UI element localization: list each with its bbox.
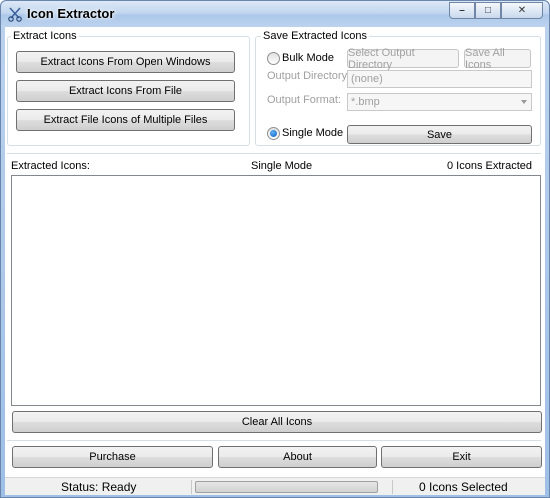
output-format-label: Output Format:	[267, 94, 341, 106]
extracted-icons-label: Extracted Icons:	[11, 160, 90, 172]
close-icon[interactable]: ✕	[501, 2, 543, 19]
status-divider	[392, 480, 393, 494]
window-title: Icon Extractor	[27, 6, 115, 21]
clear-all-icons-button[interactable]: Clear All Icons	[12, 411, 542, 433]
output-directory-field[interactable]: (none)	[347, 70, 532, 88]
extract-from-file-button[interactable]: Extract Icons From File	[16, 80, 235, 102]
mode-indicator: Single Mode	[251, 160, 313, 172]
maximize-icon[interactable]: □	[475, 2, 501, 19]
app-window: Icon Extractor – □ ✕ Extract Icons Extra…	[0, 0, 550, 498]
single-mode-radio[interactable]	[267, 127, 280, 140]
status-divider	[191, 480, 192, 494]
icons-extracted-count: 0 Icons Extracted	[447, 160, 532, 172]
output-format-select[interactable]: *.bmp	[347, 93, 532, 111]
status-bar: Status: Ready 0 Icons Selected	[5, 477, 545, 495]
minimize-icon[interactable]: –	[449, 2, 475, 19]
save-button[interactable]: Save	[347, 125, 532, 144]
output-directory-label: Output Directory:	[267, 70, 351, 82]
output-format-value: *.bmp	[351, 96, 380, 108]
extracted-icons-list[interactable]	[11, 175, 541, 406]
caption-buttons: – □ ✕	[449, 2, 543, 19]
purchase-button[interactable]: Purchase	[12, 446, 213, 468]
single-mode-label[interactable]: Single Mode	[282, 127, 343, 139]
bulk-mode-radio[interactable]	[267, 52, 280, 65]
select-output-directory-button[interactable]: Select Output Directory	[347, 47, 459, 71]
scissors-icon	[8, 7, 22, 22]
divider	[7, 440, 541, 441]
bulk-mode-label[interactable]: Bulk Mode	[282, 52, 334, 64]
status-text: Status: Ready	[61, 480, 137, 494]
extract-multiple-files-button[interactable]: Extract File Icons of Multiple Files	[16, 109, 235, 131]
extract-from-open-windows-button[interactable]: Extract Icons From Open Windows	[16, 51, 235, 73]
save-all-icons-button[interactable]: Save All Icons	[464, 47, 531, 71]
icons-selected-count: 0 Icons Selected	[419, 480, 508, 494]
progress-bar	[195, 481, 378, 493]
chevron-down-icon	[521, 100, 527, 104]
client-area: Extract Icons Extract Icons From Open Wi…	[5, 27, 545, 495]
about-button[interactable]: About	[218, 446, 377, 468]
divider	[7, 153, 541, 154]
exit-button[interactable]: Exit	[381, 446, 542, 468]
extract-icons-group-label: Extract Icons	[11, 30, 79, 42]
title-bar[interactable]: Icon Extractor – □ ✕	[1, 1, 549, 27]
save-icons-group-label: Save Extracted Icons	[261, 30, 369, 42]
